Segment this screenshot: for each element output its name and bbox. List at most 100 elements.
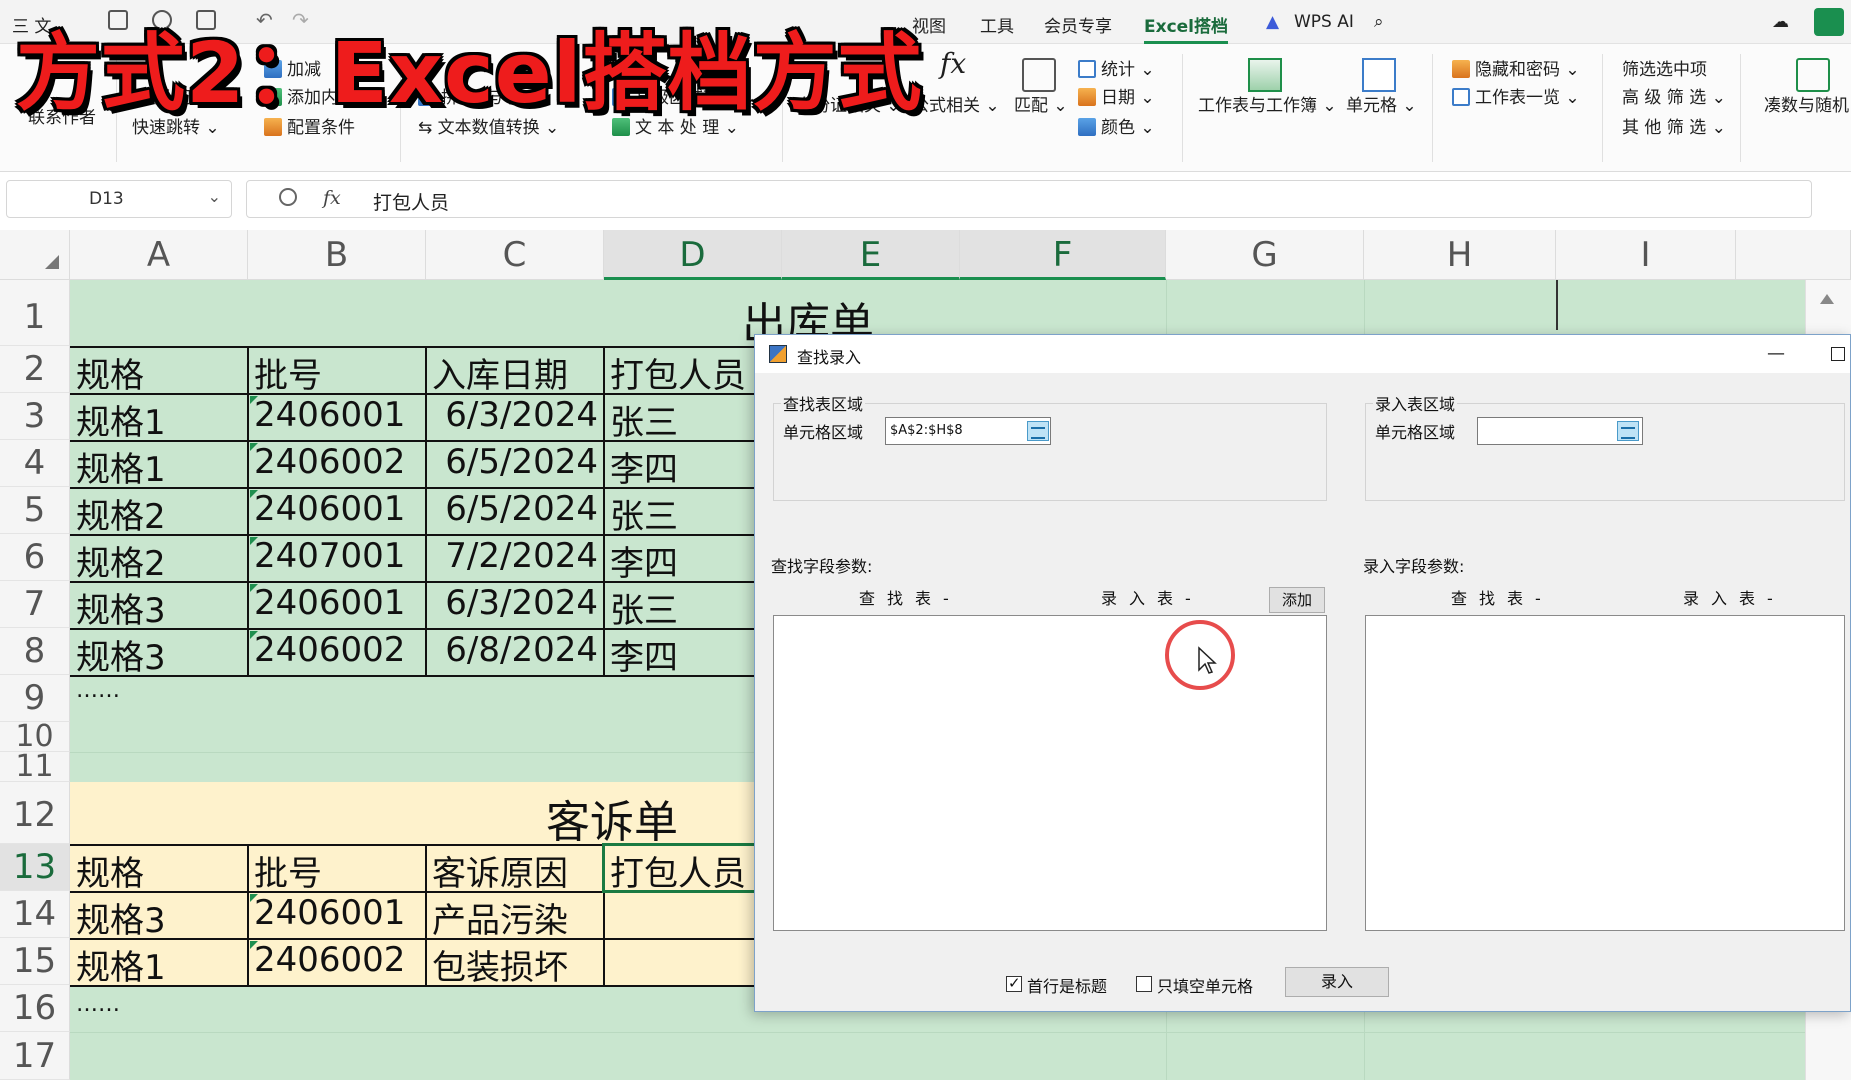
row-header-13[interactable]: 13 <box>0 844 70 891</box>
entry-field-list[interactable] <box>1365 615 1845 931</box>
row-header-15[interactable]: 15 <box>0 938 70 985</box>
table-row[interactable]: 规格1 <box>76 940 166 989</box>
cell-packer[interactable]: 李四 <box>610 442 754 491</box>
outbound-header-batch[interactable]: 批号 <box>254 348 322 397</box>
cell-batch[interactable]: 2406002 <box>254 442 405 482</box>
menu-member[interactable]: 会员专享 <box>1044 12 1112 37</box>
zoom-icon[interactable] <box>279 188 297 206</box>
ellipsis-text[interactable]: …… <box>76 678 120 703</box>
cell-button[interactable]: 单元格 ⌄ <box>1346 96 1417 116</box>
cell-reason[interactable]: 包装损坏 <box>432 940 568 989</box>
row-header-3[interactable]: 3 <box>0 393 70 440</box>
cell-reason[interactable]: 产品污染 <box>432 893 568 942</box>
complaint-header-reason[interactable]: 客诉原因 <box>432 846 568 895</box>
worksheet-workbook-button[interactable]: 工作表与工作簿 ⌄ <box>1198 96 1337 116</box>
cell-packer[interactable]: 张三 <box>610 583 754 632</box>
filter-selected-button[interactable]: 筛选选中项 <box>1622 60 1707 80</box>
hide-password-button[interactable]: 隐藏和密码 ⌄ <box>1452 60 1580 80</box>
name-box[interactable]: D13 ⌄ <box>6 180 232 218</box>
row-header-14[interactable]: 14 <box>0 891 70 938</box>
fx-icon[interactable]: fx <box>323 187 341 209</box>
cell-date[interactable]: 6/5/2024 <box>430 442 598 482</box>
column-header-f[interactable]: F <box>960 230 1166 280</box>
other-filter-button[interactable]: 其 他 筛 选 ⌄ <box>1622 118 1726 138</box>
row-header-17[interactable]: 17 <box>0 1032 70 1080</box>
dialog-titlebar[interactable]: 查找录入 — <box>755 335 1850 373</box>
cell-batch[interactable]: 2407001 <box>254 536 405 576</box>
column-header-b[interactable]: B <box>248 230 426 280</box>
table-row[interactable]: 规格3 <box>76 893 166 942</box>
cell-date[interactable]: 6/8/2024 <box>430 630 598 670</box>
table-row[interactable]: 规格2 <box>76 489 166 538</box>
add-button[interactable]: 添加 <box>1269 587 1325 613</box>
date-button[interactable]: 日期 ⌄ <box>1078 88 1155 108</box>
row-header-9[interactable]: 9 <box>0 675 70 722</box>
match-button[interactable]: 匹配 ⌄ <box>1014 96 1068 116</box>
row-header-1[interactable]: 1 <box>0 280 70 346</box>
cell-batch[interactable]: 2406001 <box>254 395 405 435</box>
complaint-title[interactable]: 客诉单 <box>546 786 678 850</box>
row-header-4[interactable]: 4 <box>0 440 70 487</box>
row-header-12[interactable]: 12 <box>0 782 70 844</box>
column-header-e[interactable]: E <box>782 230 960 280</box>
complaint-header-spec[interactable]: 规格 <box>76 846 144 895</box>
cell-batch[interactable]: 2406001 <box>254 583 405 623</box>
formula-bar[interactable]: fx 打包人员 <box>246 180 1812 218</box>
row-header-5[interactable]: 5 <box>0 487 70 534</box>
menu-wps-ai[interactable]: WPS AI <box>1294 12 1354 32</box>
cell-batch[interactable]: 2406001 <box>254 489 405 529</box>
menu-tools[interactable]: 工具 <box>980 12 1014 37</box>
column-header-c[interactable]: C <box>426 230 604 280</box>
lookup-range-picker-icon[interactable] <box>1027 421 1049 441</box>
make-number-random-button[interactable]: 凑数与随机 <box>1764 96 1849 116</box>
cell-packer[interactable]: 张三 <box>610 395 754 444</box>
fill-empty-only-checkbox[interactable] <box>1136 976 1152 992</box>
table-row[interactable]: 规格2 <box>76 536 166 585</box>
cell-date[interactable]: 6/5/2024 <box>430 489 598 529</box>
outbound-header-spec[interactable]: 规格 <box>76 348 144 397</box>
cell-batch[interactable]: 2406001 <box>254 893 405 933</box>
menu-excel-partner[interactable]: Excel搭档 <box>1144 12 1229 44</box>
row-header-2[interactable]: 2 <box>0 346 70 393</box>
cell-packer[interactable]: 张三 <box>610 489 754 538</box>
row-header-16[interactable]: 16 <box>0 985 70 1032</box>
outbound-header-date[interactable]: 入库日期 <box>432 348 568 397</box>
formula-related-button[interactable]: 公式相关 ⌄ <box>912 96 1000 116</box>
column-header-d[interactable]: D <box>604 230 782 280</box>
table-row[interactable]: 规格3 <box>76 583 166 632</box>
share-icon[interactable] <box>1814 8 1844 36</box>
cell-batch[interactable]: 2406002 <box>254 940 405 980</box>
formula-value[interactable]: 打包人员 <box>373 188 449 215</box>
row-header-7[interactable]: 7 <box>0 581 70 628</box>
cell-batch[interactable]: 2406002 <box>254 630 405 670</box>
cloud-icon[interactable]: ☁ <box>1772 12 1789 32</box>
sheet-list-button[interactable]: 工作表一览 ⌄ <box>1452 88 1580 108</box>
cell-date[interactable]: 6/3/2024 <box>430 395 598 435</box>
search-icon[interactable]: ⌕ <box>1374 12 1384 32</box>
cell-date[interactable]: 7/2/2024 <box>430 536 598 576</box>
complaint-header-batch[interactable]: 批号 <box>254 846 322 895</box>
active-cell-d13[interactable] <box>602 843 762 893</box>
row-header-6[interactable]: 6 <box>0 534 70 581</box>
cell-packer[interactable]: 李四 <box>610 536 754 585</box>
table-row[interactable]: 规格3 <box>76 630 166 679</box>
entry-submit-button[interactable]: 录入 <box>1285 967 1389 997</box>
stats-button[interactable]: 统计 ⌄ <box>1078 60 1155 80</box>
advanced-filter-button[interactable]: 高 级 筛 选 ⌄ <box>1622 88 1726 108</box>
outbound-header-packer[interactable]: 打包人员 <box>610 348 754 397</box>
row-header-10[interactable]: 10 <box>0 722 70 752</box>
chevron-down-icon[interactable]: ⌄ <box>208 187 221 206</box>
column-header-a[interactable]: A <box>70 230 248 280</box>
ellipsis-text[interactable]: …… <box>76 992 120 1017</box>
column-header-i[interactable]: I <box>1556 230 1736 280</box>
row-header-8[interactable]: 8 <box>0 628 70 675</box>
color-button[interactable]: 颜色 ⌄ <box>1078 118 1155 138</box>
row-header-11[interactable]: 11 <box>0 752 70 782</box>
select-all-corner[interactable] <box>0 230 70 280</box>
cell-packer[interactable]: 李四 <box>610 630 754 679</box>
lookup-field-list[interactable] <box>773 615 1327 931</box>
scroll-up-icon[interactable] <box>1820 294 1834 304</box>
column-header-g[interactable]: G <box>1166 230 1364 280</box>
cell-date[interactable]: 6/3/2024 <box>430 583 598 623</box>
first-row-header-checkbox[interactable] <box>1006 974 1022 992</box>
